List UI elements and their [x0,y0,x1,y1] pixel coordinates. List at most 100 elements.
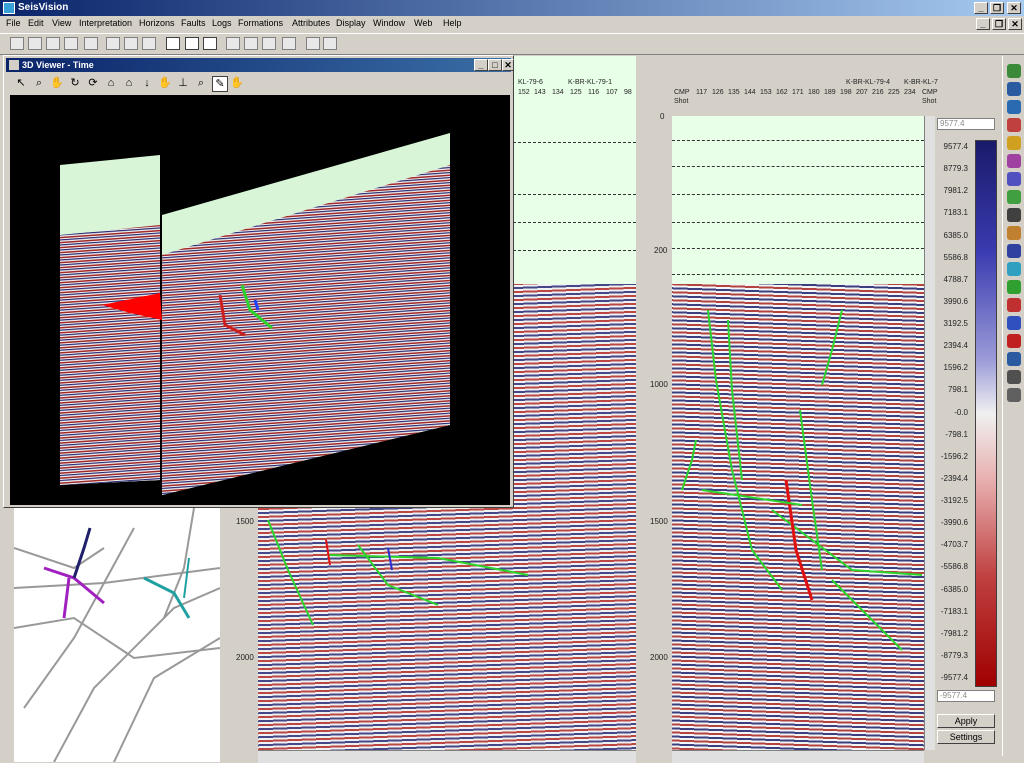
horizontal-scrollbar-left[interactable] [258,750,636,763]
menu-logs[interactable]: Logs [212,18,232,28]
amplitude-colorbar [975,140,997,687]
menu-edit[interactable]: Edit [28,18,44,28]
earth-icon[interactable] [1007,352,1021,366]
left-panel-header: KL-79-6 K-BR-KL-79-1 152 143 134 125 116… [518,79,638,99]
menu-interpretation[interactable]: Interpretation [79,18,132,28]
snap-icon[interactable] [142,37,156,50]
chart-icon[interactable] [1007,226,1021,240]
log-icon[interactable] [1007,172,1021,186]
grab-icon[interactable]: ✋ [158,76,172,90]
viewer-3d-canvas[interactable] [10,95,510,505]
cmp-label: CMP [674,89,690,96]
colorbar-tick-label: -6385.0 [940,584,968,594]
cmp-label-right: CMP [922,89,938,96]
tower-icon[interactable] [1007,208,1021,222]
reset-view-icon[interactable]: ⌂ [122,76,136,90]
vertical-panels-icon[interactable] [10,37,24,50]
pan-icon[interactable] [282,37,296,50]
menu-window[interactable]: Window [373,18,405,28]
grid-map-icon[interactable] [1007,118,1021,132]
no-zoom-icon[interactable] [244,37,258,50]
viewer-3d-window[interactable]: 3D Viewer - Time _ □ ✕ ↖ ⌕ ✋ ↻ ⟳ ⌂ ⌂ ↓ ✋… [3,55,514,508]
shot-label: Shot [674,98,689,105]
pan-hand-icon[interactable]: ✋ [50,76,64,90]
interpret-icon[interactable]: ✎ [212,76,228,92]
grid-view-icon[interactable] [166,37,180,50]
settings-button[interactable]: Settings [937,730,995,744]
rotate-icon[interactable]: ↻ [68,76,82,90]
map-lines [14,508,220,762]
viewer-minimize-icon[interactable]: _ [474,59,488,71]
colorbar-tick-label: 5586.8 [943,252,968,262]
scale-max-field[interactable]: 9577.4 [937,118,995,130]
child-restore-icon[interactable]: ❐ [992,18,1006,30]
viewer-close-icon[interactable]: ✕ [502,59,514,71]
cross-grid-icon[interactable] [203,37,217,50]
marker-icon[interactable] [1007,334,1021,348]
refresh-icon[interactable] [323,37,337,50]
trace-label: 144 [744,89,756,96]
home-view-icon[interactable]: ⌂ [104,76,118,90]
rig-icon[interactable] [1007,370,1021,384]
minimize-icon[interactable]: _ [974,2,988,14]
viewer-maximize-icon[interactable]: □ [488,59,502,71]
fault-icon[interactable] [1007,298,1021,312]
menu-file[interactable]: File [6,18,21,28]
zoom-icon[interactable]: ⌕ [32,76,46,90]
trace-label: 180 [808,89,820,96]
menu-formations[interactable]: Formations [238,18,283,28]
fault-line [831,579,903,651]
measure-icon[interactable]: ⊥ [176,76,190,90]
wiggle-view-icon[interactable] [185,37,199,50]
menu-display[interactable]: Display [336,18,366,28]
colorbar-tick-label: -3990.6 [940,518,968,528]
viewer-3d-title-bar[interactable]: 3D Viewer - Time _ □ ✕ [6,58,514,72]
globe-icon[interactable] [1007,82,1021,96]
seek-icon[interactable]: ⌕ [194,76,208,90]
scale-min-field[interactable]: -9577.4 [937,690,995,702]
maximize-icon[interactable]: ❐ [990,2,1004,14]
home-icon[interactable] [1007,64,1021,78]
seismic-line [14,616,220,660]
child-minimize-icon[interactable]: _ [976,18,990,30]
layers-icon[interactable] [1007,262,1021,276]
menu-view[interactable]: View [52,18,71,28]
pointer-icon[interactable]: ↖ [14,76,28,90]
apply-button[interactable]: Apply [937,714,995,728]
derrick-icon[interactable] [1007,388,1021,402]
pick-tool-icon[interactable] [106,37,120,50]
colorbar-tick-label: -7183.1 [940,606,968,616]
base-map[interactable] [14,508,220,762]
well-icon[interactable] [1007,136,1021,150]
zoom-icon[interactable] [226,37,240,50]
menu-help[interactable]: Help [443,18,462,28]
child-close-icon[interactable]: ✕ [1008,18,1022,30]
colorbar-tick-label: -2394.4 [940,473,968,483]
fly-down-icon[interactable]: ↓ [140,76,154,90]
horizontal-scrollbar-right[interactable] [672,750,924,763]
horizontal-panels-icon[interactable] [28,37,42,50]
menu-attributes[interactable]: Attributes [292,18,330,28]
section-view-icon[interactable] [64,37,78,50]
seismic-3d-scene [60,133,450,495]
trace-label: 126 [712,89,724,96]
menu-horizons[interactable]: Horizons [139,18,175,28]
horizon-icon[interactable] [1007,190,1021,204]
correlate-icon[interactable] [124,37,138,50]
attribute-icon[interactable] [1007,316,1021,330]
zoom-extent-icon[interactable] [262,37,276,50]
close-icon[interactable]: ✕ [1007,2,1021,14]
menu-web[interactable]: Web [414,18,432,28]
surface-icon[interactable] [1007,280,1021,294]
menu-faults[interactable]: Faults [181,18,206,28]
volume-icon[interactable] [1007,244,1021,258]
cross-section-icon[interactable] [1007,154,1021,168]
select-icon[interactable] [306,37,320,50]
menu-bar: File Edit View Interpretation Horizons F… [0,16,1024,32]
colorbar-tick-label: -9577.4 [940,673,968,682]
app-title-bar: SeisVision _ ❐ ✕ [0,0,1024,16]
map-view-icon[interactable] [46,37,60,50]
spin-icon[interactable]: ⟳ [86,76,100,90]
world-icon[interactable] [1007,100,1021,114]
print-icon[interactable] [84,37,98,50]
